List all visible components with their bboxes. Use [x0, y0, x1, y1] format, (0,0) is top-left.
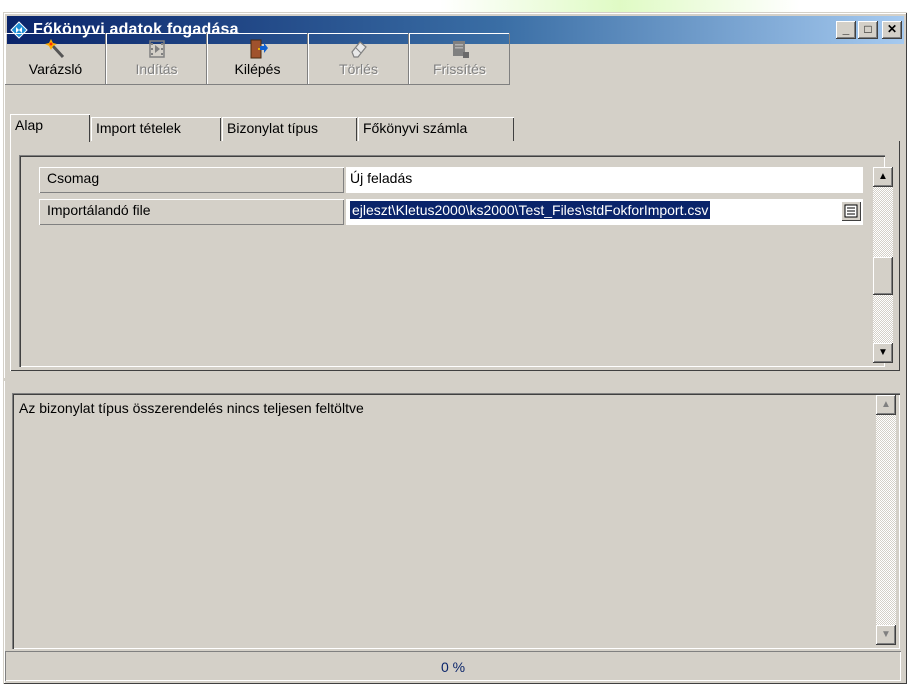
message-box[interactable]: ▲ ▼	[12, 393, 900, 649]
start-label: Indítás	[135, 61, 178, 77]
background-highlight	[440, 0, 800, 12]
refresh-label: Frissítés	[433, 61, 486, 77]
scroll-down-button[interactable]: ▼	[873, 343, 893, 363]
message-text: Az bizonylat típus összerendelés nincs t…	[19, 400, 364, 416]
scroll-up-button[interactable]: ▲	[873, 167, 893, 187]
scroll-up-button[interactable]: ▲	[876, 395, 896, 415]
wizard-button[interactable]: Varázsló	[5, 33, 106, 85]
tab-import-tetelek[interactable]: Import tételek	[91, 117, 221, 141]
delete-label: Törlés	[339, 61, 378, 77]
tab-bizonylat-tipus[interactable]: Bizonylat típus	[222, 117, 357, 141]
list-icon	[844, 204, 858, 218]
tab-fokonyvi-szamla[interactable]: Főkönyvi számla	[358, 117, 514, 141]
refresh-button[interactable]: Frissítés	[409, 33, 510, 85]
exit-button[interactable]: Kilépés	[207, 33, 308, 85]
exit-door-icon	[250, 39, 268, 59]
browse-file-button[interactable]	[841, 201, 861, 221]
tab-alap[interactable]: Alap	[10, 114, 90, 142]
maximize-button[interactable]: □	[858, 21, 878, 39]
property-label: Csomag	[39, 167, 344, 193]
close-button[interactable]: ✕	[882, 21, 902, 39]
wizard-wand-icon	[44, 39, 64, 59]
progress-text: 0 %	[440, 659, 466, 675]
start-button[interactable]: Indítás	[106, 33, 207, 85]
package-value[interactable]: Új feladás	[346, 167, 863, 193]
play-film-icon	[148, 40, 165, 58]
eraser-icon	[350, 41, 367, 58]
exit-label: Kilépés	[234, 61, 281, 77]
toolbar: Varázsló Indítás Kilépés Törlés Frissíté…	[5, 33, 511, 85]
property-grid: Csomag Új feladás Importálandó file ejle…	[19, 155, 893, 367]
message-scrollbar[interactable]: ▲ ▼	[876, 395, 896, 645]
scroll-down-button[interactable]: ▼	[876, 625, 896, 645]
scroll-thumb[interactable]	[873, 257, 893, 295]
refresh-icon	[452, 41, 469, 58]
delete-button[interactable]: Törlés	[308, 33, 409, 85]
status-bar: 0 %	[5, 651, 901, 681]
minimize-button[interactable]: _	[836, 21, 856, 39]
import-file-value[interactable]: ejleszt\Kletus2000\ks2000\Test_Files\std…	[346, 199, 863, 225]
property-label: Importálandó file	[39, 199, 344, 225]
splitter[interactable]	[3, 378, 901, 381]
wizard-label: Varázsló	[28, 61, 83, 77]
property-scrollbar[interactable]: ▲ ▼	[873, 167, 893, 363]
import-file-path: ejleszt\Kletus2000\ks2000\Test_Files\std…	[350, 201, 711, 219]
